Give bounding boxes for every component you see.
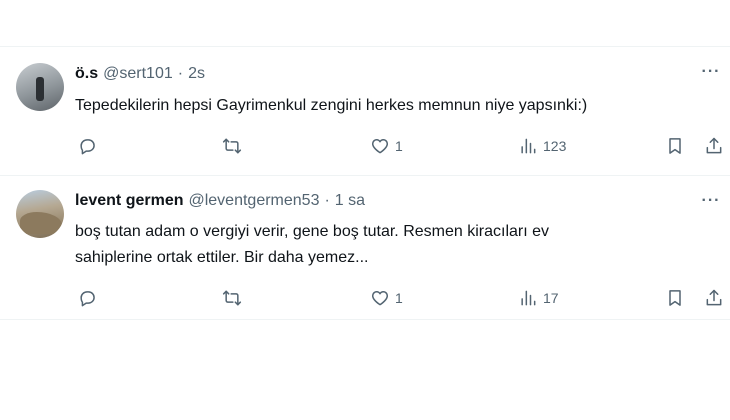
retweet-icon: [222, 138, 242, 154]
display-name[interactable]: levent germen: [75, 192, 183, 210]
avatar-figure: [36, 77, 44, 101]
like-count: 1: [395, 138, 403, 154]
tweet[interactable]: ö.s @sert101 · 2s ··· Tepedekilerin heps…: [0, 47, 730, 175]
tweet-text-line: Tepedekilerin hepsi Gayrimenkul zengini …: [75, 97, 588, 114]
reply-icon: [80, 139, 95, 155]
user-handle[interactable]: @sert101: [103, 65, 173, 83]
bookmark-icon: [669, 290, 681, 306]
timeline-feed: ö.s @sert101 · 2s ··· Tepedekilerin heps…: [0, 0, 730, 420]
views-icon: [521, 138, 536, 154]
tweet-text: boş tutan adam o vergiyi verir, gene boş…: [75, 219, 715, 271]
bookmark-button[interactable]: [665, 286, 685, 310]
tweet-header: ö.s @sert101 · 2s: [75, 63, 205, 85]
more-icon[interactable]: ···: [700, 190, 722, 212]
view-count: 123: [543, 138, 567, 154]
views-button[interactable]: 17: [518, 286, 559, 310]
retweet-button[interactable]: [222, 134, 242, 158]
divider: [0, 319, 730, 320]
share-icon: [706, 289, 722, 306]
tweet[interactable]: levent germen @leventgermen53 · 1 sa ···…: [0, 176, 730, 319]
user-handle[interactable]: @leventgermen53: [188, 192, 319, 210]
share-button[interactable]: [704, 134, 724, 158]
tweet-actions: 1 17: [0, 286, 730, 310]
heart-icon: [371, 291, 389, 306]
retweet-icon: [222, 290, 242, 306]
tweet-text: Tepedekilerin hepsi Gayrimenkul zengini …: [75, 93, 715, 119]
tweet-actions: 1 123: [0, 134, 730, 158]
tweet-header: levent germen @leventgermen53 · 1 sa: [75, 190, 365, 212]
tweet-text-line: boş tutan adam o vergiyi verir, gene boş…: [75, 223, 550, 240]
retweet-button[interactable]: [222, 286, 242, 310]
like-button[interactable]: 1: [370, 286, 403, 310]
reply-button[interactable]: [77, 286, 97, 310]
like-button[interactable]: 1: [370, 134, 403, 158]
like-count: 1: [395, 290, 403, 306]
bookmark-button[interactable]: [665, 134, 685, 158]
avatar-rock: [20, 212, 62, 234]
timestamp[interactable]: 2s: [188, 65, 205, 83]
heart-icon: [371, 139, 389, 154]
reply-button[interactable]: [77, 134, 97, 158]
timestamp[interactable]: 1 sa: [335, 192, 365, 210]
tweet-text-line: sahiplerine ortak ettiler. Bir daha yeme…: [75, 249, 369, 266]
bookmark-icon: [669, 138, 681, 154]
display-name[interactable]: ö.s: [75, 65, 98, 83]
views-icon: [521, 290, 536, 306]
reply-icon: [80, 291, 95, 307]
avatar[interactable]: [16, 63, 64, 111]
avatar[interactable]: [16, 190, 64, 238]
separator-dot: ·: [177, 65, 184, 82]
separator-dot: ·: [324, 192, 330, 209]
views-button[interactable]: 123: [518, 134, 566, 158]
share-button[interactable]: [704, 286, 724, 310]
view-count: 17: [543, 290, 559, 306]
share-icon: [706, 137, 722, 154]
more-icon[interactable]: ···: [700, 61, 722, 83]
